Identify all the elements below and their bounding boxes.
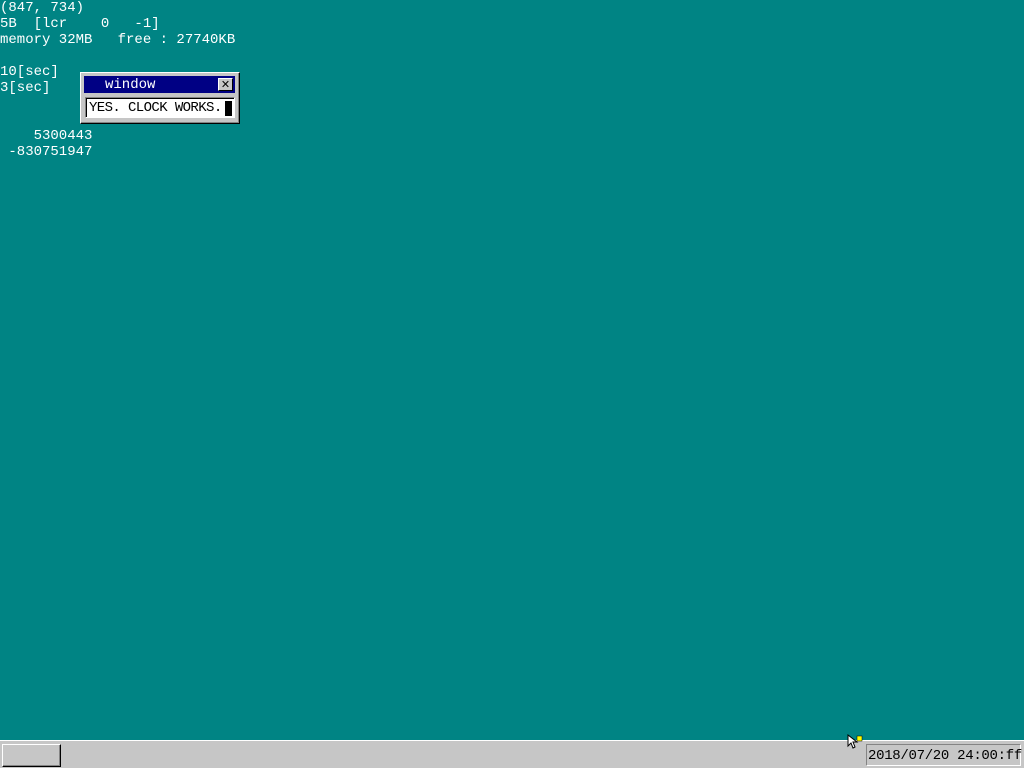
mouse-coords-text: (847, 734): [0, 0, 85, 16]
window-title: window: [105, 77, 156, 93]
timer-3sec-text: 3[sec]: [0, 80, 51, 96]
text-cursor: [225, 101, 232, 116]
close-icon: ✕: [220, 78, 231, 91]
key-status-text: 5B [lcr 0 -1]: [0, 16, 160, 32]
close-button[interactable]: ✕: [218, 78, 233, 91]
window[interactable]: window ✕ YES. CLOCK WORKS.: [80, 72, 240, 124]
counter-text-1: 5300443: [0, 128, 93, 144]
window-title-bar[interactable]: window ✕: [84, 76, 235, 93]
desktop[interactable]: (847, 734) 5B [lcr 0 -1] memory 32MB fre…: [0, 0, 1024, 740]
mouse-pointer-icon: [847, 734, 863, 749]
timer-10sec-text: 10[sec]: [0, 64, 59, 80]
taskbar: 2018/07/20 24:00:ff: [0, 740, 1024, 768]
text-input-box[interactable]: YES. CLOCK WORKS.: [85, 97, 235, 118]
start-button[interactable]: [2, 744, 61, 767]
clock-tray: 2018/07/20 24:00:ff: [866, 744, 1022, 766]
memory-text: memory 32MB free : 27740KB: [0, 32, 236, 48]
clock-text: 2018/07/20 24:00:ff: [868, 748, 1022, 764]
counter-text-2: -830751947: [0, 144, 93, 160]
text-input-value: YES. CLOCK WORKS.: [89, 100, 222, 116]
